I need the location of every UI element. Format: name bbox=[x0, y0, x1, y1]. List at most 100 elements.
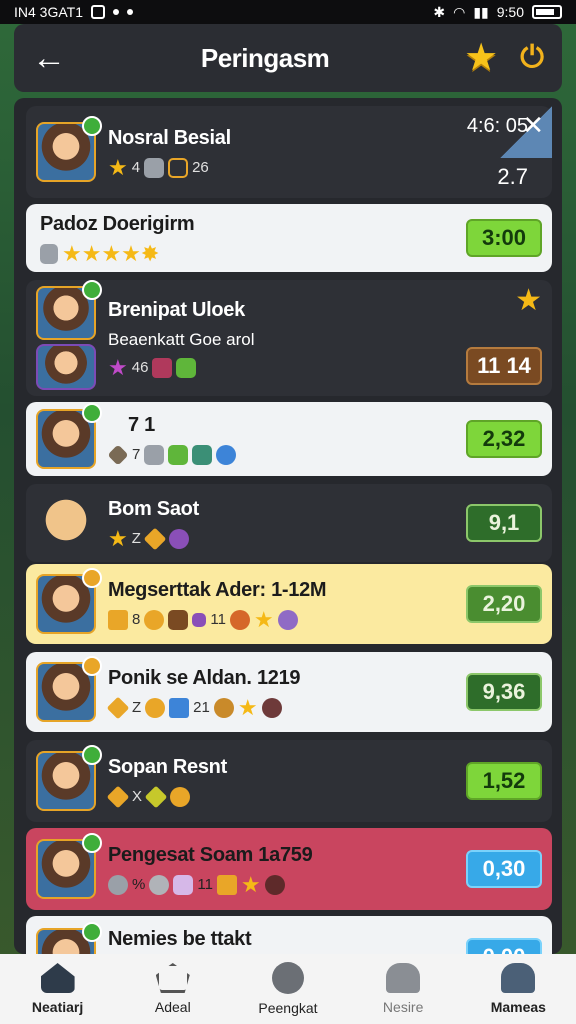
power-button[interactable]: ⏻ bbox=[520, 43, 544, 73]
compass-icon bbox=[170, 786, 191, 807]
list-item[interactable]: 7 1 7 2,32 bbox=[26, 402, 552, 476]
diamond-icon bbox=[106, 696, 130, 719]
jar-icon bbox=[144, 157, 165, 178]
app-header: ← Peringasm ★ ⏻ bbox=[14, 24, 562, 92]
badge-icon bbox=[82, 656, 102, 676]
coin-icon bbox=[144, 609, 165, 630]
value-button[interactable]: 0,30 bbox=[466, 850, 542, 888]
star-icon: ★★★★✸ bbox=[62, 240, 160, 266]
nav-item-education[interactable]: Adeal bbox=[123, 963, 223, 1015]
avatar bbox=[36, 656, 102, 722]
bluetooth-icon: ✱ bbox=[433, 3, 446, 20]
orb-icon bbox=[149, 874, 170, 895]
nav-label: Adeal bbox=[154, 999, 191, 1015]
chest-icon bbox=[168, 609, 189, 630]
item-value: 2.7 bbox=[497, 163, 528, 189]
item-name: Brenipat Uloek bbox=[108, 298, 245, 321]
shell-icon bbox=[108, 874, 128, 895]
value-button[interactable]: 2,32 bbox=[466, 420, 542, 458]
avatar bbox=[36, 344, 96, 390]
nav-item-chat[interactable]: Peengkat bbox=[238, 962, 338, 1016]
badge-icon bbox=[82, 403, 102, 423]
nav-item-home[interactable]: Neatiarj bbox=[8, 963, 108, 1015]
value-button[interactable]: 9,1 bbox=[466, 504, 542, 542]
avatar bbox=[36, 922, 102, 954]
cluster-icon bbox=[192, 444, 213, 465]
gem-icon bbox=[107, 443, 129, 466]
star-icon: ★ bbox=[108, 154, 128, 180]
nav-item-friends[interactable]: Nesire bbox=[353, 963, 453, 1015]
item-count: 11 bbox=[210, 611, 226, 628]
item-count: 11 bbox=[197, 876, 213, 893]
message-icon bbox=[113, 9, 119, 15]
value-button[interactable]: 3:00 bbox=[466, 219, 542, 257]
cookie-icon bbox=[229, 609, 250, 630]
item-count: 8 bbox=[132, 611, 141, 628]
nav-label: Mameas bbox=[490, 999, 546, 1015]
bottom-nav: Neatiarj Adeal Peengkat Nesire Mameas bbox=[0, 954, 576, 1024]
home-icon bbox=[40, 963, 75, 993]
avatar bbox=[36, 116, 102, 182]
item-count: 4 bbox=[131, 159, 141, 176]
wifi-icon: ◠ bbox=[453, 3, 466, 20]
cube-icon bbox=[168, 444, 189, 465]
favorite-star-button[interactable]: ★ bbox=[464, 39, 498, 77]
value-button[interactable]: 9,36 bbox=[466, 673, 542, 711]
value-button[interactable]: 1,52 bbox=[466, 762, 542, 800]
back-arrow-icon[interactable]: ← bbox=[32, 41, 66, 75]
star-icon: ★ bbox=[237, 694, 258, 720]
item-name: Nosral Besial bbox=[108, 126, 231, 149]
nav-label: Nesire bbox=[382, 999, 424, 1015]
ring-icon bbox=[277, 609, 298, 630]
bar-icon bbox=[216, 874, 237, 895]
item-name: Bom Saot bbox=[108, 497, 199, 520]
list-item[interactable]: Brenipat Uloek Beaenkatt Goe arol ★ 46 ★… bbox=[26, 280, 552, 396]
battery-icon bbox=[532, 5, 562, 19]
avatar bbox=[36, 280, 102, 340]
list-item[interactable]: Nosral Besial ★ 4 26 4:6: 05 2.7 ✕ bbox=[26, 106, 552, 198]
item-count: 7 bbox=[132, 446, 141, 463]
item-name: Nemies be ttakt bbox=[108, 928, 252, 950]
item-name: Megserttak Ader: 1-12M bbox=[108, 578, 327, 601]
value-button[interactable]: 2,20 bbox=[466, 585, 542, 623]
list-item[interactable]: Sopan Resnt X 1,52 bbox=[26, 740, 552, 822]
badge-icon bbox=[82, 745, 102, 765]
list-item[interactable]: Padoz Doerigirm ★★★★✸ 3:00 bbox=[26, 204, 552, 272]
item-name: Padoz Doerigirm bbox=[40, 212, 195, 235]
chat-icon bbox=[271, 962, 304, 994]
badge-icon bbox=[82, 116, 102, 136]
close-icon[interactable]: ✕ bbox=[500, 106, 552, 158]
nav-item-profile[interactable]: Mameas bbox=[468, 963, 568, 1015]
list-item[interactable]: Megserttak Ader: 1-12M 8 11 ★ 2,20 bbox=[26, 564, 552, 644]
item-count: % bbox=[132, 876, 146, 893]
list-item[interactable]: Bom Saot ★ Z 9,1 bbox=[26, 484, 552, 562]
item-name: Pengesat Soam 1a759 bbox=[108, 843, 313, 866]
list-item[interactable]: Ponik se Aldan. 1219 Z 21 ★ 9,36 bbox=[26, 652, 552, 732]
orb-icon bbox=[168, 528, 189, 549]
item-count: Z bbox=[132, 699, 142, 716]
item-name: 7 1 bbox=[128, 413, 155, 436]
badge-icon bbox=[82, 568, 102, 588]
flower-icon bbox=[173, 874, 194, 895]
coin-icon bbox=[145, 697, 166, 718]
value-button[interactable]: 11 14 bbox=[466, 347, 542, 385]
item-count: 21 bbox=[193, 699, 210, 716]
star-icon: ★ bbox=[240, 871, 261, 897]
graduation-cap-icon bbox=[155, 963, 190, 993]
avatar bbox=[36, 833, 102, 899]
value-button[interactable]: 0,00 bbox=[466, 938, 542, 954]
status-time: 9:50 bbox=[496, 4, 524, 20]
status-bar: IN4 3GAT1 ✱ ◠ ▮▮ 9:50 bbox=[0, 0, 576, 24]
status-left-text: IN4 3GAT1 bbox=[14, 4, 83, 20]
globe-icon bbox=[216, 444, 237, 465]
pot-icon bbox=[261, 697, 282, 718]
list-item[interactable]: Pengesat Soam 1a759 % 11 ★ 0,30 bbox=[26, 828, 552, 910]
avatar bbox=[36, 745, 102, 811]
nav-label: Neatiarj bbox=[31, 999, 84, 1015]
map-icon bbox=[176, 357, 197, 378]
list-item[interactable]: Nemies be ttakt 0,00 bbox=[26, 916, 552, 954]
star-icon: ★ bbox=[515, 284, 542, 317]
star-icon: ★ bbox=[253, 606, 274, 632]
item-count: 26 bbox=[192, 159, 209, 176]
avatar bbox=[36, 403, 102, 469]
